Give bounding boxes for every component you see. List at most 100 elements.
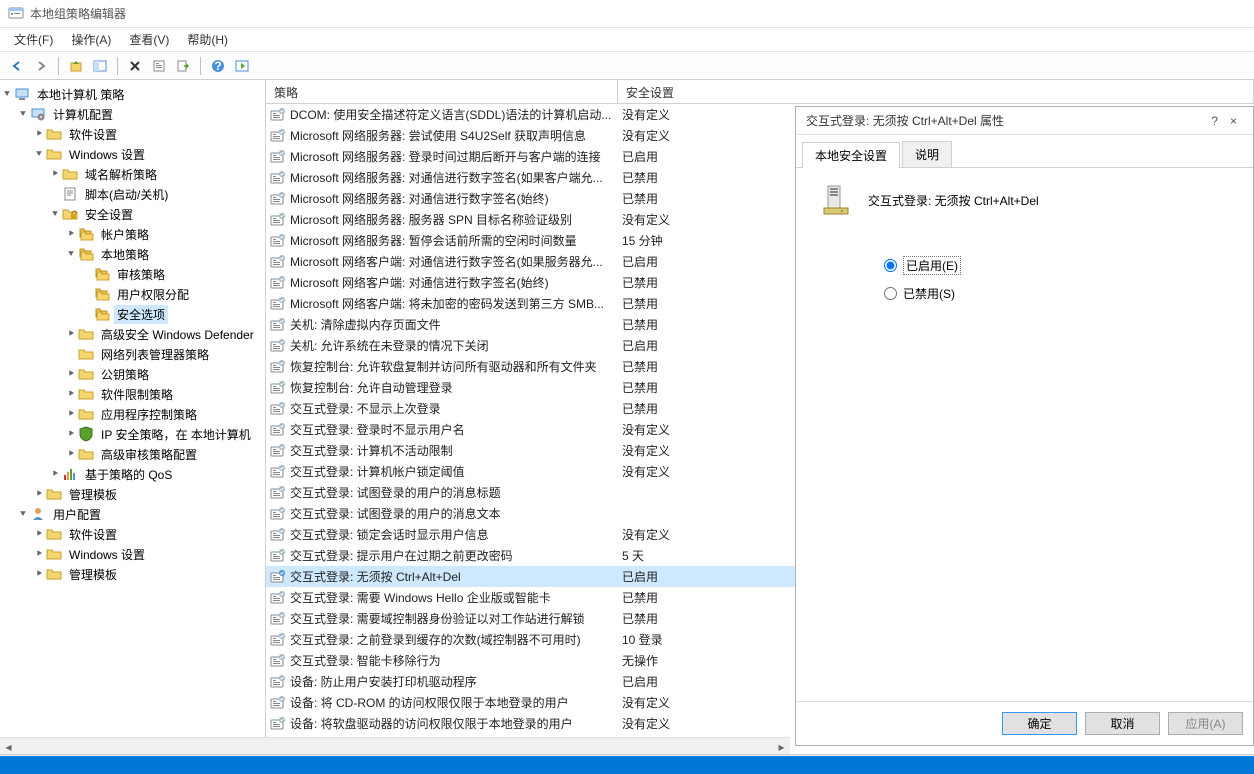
- policy-icon: [270, 149, 286, 165]
- dialog-close-button[interactable]: ×: [1224, 114, 1243, 128]
- horizontal-scrollbar[interactable]: ◂ ▸: [0, 737, 790, 754]
- expand-icon[interactable]: ⯈: [48, 469, 62, 480]
- policy-icon: [270, 569, 286, 585]
- expand-icon[interactable]: ⯆: [16, 109, 30, 120]
- tree-item[interactable]: 网络列表管理器策略: [0, 344, 265, 364]
- apply-button[interactable]: 应用(A): [1168, 712, 1243, 735]
- tab-local-security[interactable]: 本地安全设置: [802, 142, 900, 168]
- taskbar[interactable]: [0, 756, 1254, 774]
- tree-item[interactable]: ⯆计算机配置: [0, 104, 265, 124]
- expand-icon[interactable]: ⯆: [64, 249, 78, 260]
- radio-disabled[interactable]: [884, 287, 897, 300]
- tree-item[interactable]: ⯆安全设置: [0, 204, 265, 224]
- radio-enabled-label[interactable]: 已启用(E): [884, 256, 1229, 275]
- tree-item[interactable]: ⯈ 软件限制策略: [0, 384, 265, 404]
- tree-item[interactable]: ⯈高级安全 Windows Defender: [0, 324, 265, 344]
- expand-icon[interactable]: ⯈: [64, 409, 78, 420]
- tree-item-label: 公钥策略: [98, 365, 152, 384]
- expand-icon[interactable]: ⯆: [0, 89, 14, 100]
- expand-icon[interactable]: ⯈: [48, 169, 62, 180]
- expand-icon[interactable]: ⯆: [16, 509, 30, 520]
- show-hide-tree-button[interactable]: [89, 55, 111, 77]
- expand-icon[interactable]: ⯈: [64, 229, 78, 240]
- menu-help[interactable]: 帮助(H): [179, 29, 236, 50]
- expand-icon[interactable]: ⯈: [32, 529, 46, 540]
- radio-disabled-label[interactable]: 已禁用(S): [884, 285, 1229, 302]
- expand-icon[interactable]: ⯈: [64, 449, 78, 460]
- header-setting[interactable]: 安全设置: [618, 80, 1254, 103]
- policy-name: 交互式登录: 之前登录到缓存的次数(域控制器不可用时): [290, 631, 618, 648]
- back-button[interactable]: [6, 55, 28, 77]
- properties-button[interactable]: [148, 55, 170, 77]
- tree-item[interactable]: ⯆本地策略: [0, 244, 265, 264]
- tree-item[interactable]: ⯈帐户策略: [0, 224, 265, 244]
- tree-item[interactable]: 用户权限分配: [0, 284, 265, 304]
- expand-icon[interactable]: ⯈: [32, 489, 46, 500]
- export-button[interactable]: [172, 55, 194, 77]
- tree-pane[interactable]: ⯆本地计算机 策略⯆计算机配置⯈软件设置⯆Windows 设置⯈域名解析策略脚本…: [0, 80, 266, 754]
- tree-item[interactable]: ⯈域名解析策略: [0, 164, 265, 184]
- expand-icon[interactable]: ⯈: [32, 549, 46, 560]
- help-button[interactable]: ?: [207, 55, 229, 77]
- policy-icon: [270, 317, 286, 333]
- tree-item-label: 高级审核策略配置: [98, 445, 200, 464]
- tree-item[interactable]: ⯈管理模板: [0, 484, 265, 504]
- expand-icon[interactable]: ⯆: [32, 149, 46, 160]
- forward-button[interactable]: [30, 55, 52, 77]
- qos-icon: [62, 466, 78, 482]
- tree-item[interactable]: ⯈ 应用程序控制策略: [0, 404, 265, 424]
- scroll-right-icon[interactable]: ▸: [773, 738, 790, 755]
- tree-item[interactable]: ⯆本地计算机 策略: [0, 84, 265, 104]
- tree-item[interactable]: ⯆用户配置: [0, 504, 265, 524]
- scroll-left-icon[interactable]: ◂: [0, 738, 17, 755]
- refresh-button[interactable]: [231, 55, 253, 77]
- expand-icon[interactable]: ⯈: [64, 329, 78, 340]
- tree-item[interactable]: ⯈Windows 设置: [0, 544, 265, 564]
- expand-icon[interactable]: ⯈: [32, 569, 46, 580]
- expand-icon[interactable]: ⯈: [64, 389, 78, 400]
- scroll-track[interactable]: [17, 738, 773, 754]
- tree-item[interactable]: 脚本(启动/关机): [0, 184, 265, 204]
- expand-icon[interactable]: ⯈: [64, 429, 78, 440]
- svg-text:?: ?: [214, 59, 221, 73]
- radio-enabled[interactable]: [884, 259, 897, 272]
- tree-item[interactable]: ⯆ Windows 设置: [0, 144, 265, 164]
- policy-name: 关机: 清除虚拟内存页面文件: [290, 316, 618, 333]
- folder-icon: [46, 146, 62, 162]
- tree-item[interactable]: 审核策略: [0, 264, 265, 284]
- tree-item[interactable]: ⯈管理模板: [0, 564, 265, 584]
- tree-item[interactable]: 安全选项: [0, 304, 265, 324]
- policy-icon: [270, 233, 286, 249]
- ok-button[interactable]: 确定: [1002, 712, 1077, 735]
- tree-item[interactable]: ⯈ 公钥策略: [0, 364, 265, 384]
- tree-item[interactable]: ⯈软件设置: [0, 124, 265, 144]
- policy-icon: [270, 653, 286, 669]
- tree-item[interactable]: ⯈软件设置: [0, 524, 265, 544]
- tree-item[interactable]: ⯈ 高级审核策略配置: [0, 444, 265, 464]
- tree-item-label: 软件限制策略: [98, 385, 176, 404]
- header-policy[interactable]: 策略: [266, 80, 618, 103]
- policy-name: 交互式登录: 需要 Windows Hello 企业版或智能卡: [290, 589, 618, 606]
- dialog-help-button[interactable]: ?: [1205, 114, 1224, 128]
- tree-item-label: Windows 设置: [66, 145, 148, 164]
- policy-icon: [270, 380, 286, 396]
- window-title: 本地组策略编辑器: [30, 5, 126, 22]
- menu-action[interactable]: 操作(A): [63, 29, 119, 50]
- menu-view[interactable]: 查看(V): [121, 29, 177, 50]
- dialog-titlebar[interactable]: 交互式登录: 无须按 Ctrl+Alt+Del 属性 ? ×: [796, 107, 1253, 135]
- expand-icon[interactable]: ⯈: [32, 129, 46, 140]
- expand-icon[interactable]: ⯆: [48, 209, 62, 220]
- policy-icon: [270, 254, 286, 270]
- tab-explain[interactable]: 说明: [902, 141, 952, 167]
- tree-item[interactable]: ⯈IP 安全策略，在 本地计算机: [0, 424, 265, 444]
- expand-icon[interactable]: ⯈: [64, 369, 78, 380]
- cancel-button[interactable]: 取消: [1085, 712, 1160, 735]
- tree-item[interactable]: ⯈ 基于策略的 QoS: [0, 464, 265, 484]
- server-icon: [820, 184, 852, 216]
- delete-button[interactable]: [124, 55, 146, 77]
- menu-file[interactable]: 文件(F): [6, 29, 61, 50]
- tree-item-label: 应用程序控制策略: [98, 405, 200, 424]
- window-titlebar[interactable]: 本地组策略编辑器: [0, 0, 1254, 28]
- up-button[interactable]: [65, 55, 87, 77]
- tree-item-label: 基于策略的 QoS: [82, 465, 175, 484]
